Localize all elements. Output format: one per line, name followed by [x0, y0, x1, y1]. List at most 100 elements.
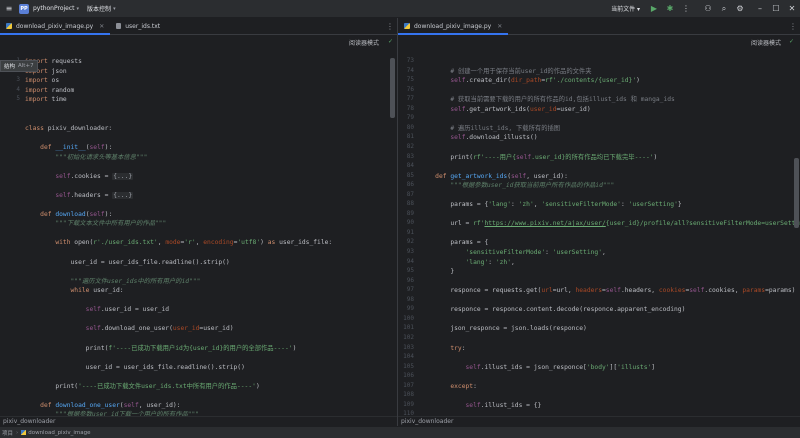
debug-icon[interactable]: ✱	[664, 3, 676, 15]
code-line[interactable]: self.download_one_user(user_id=user_id)	[25, 324, 234, 333]
code-line[interactable]: 'sensitiveFilterMode': 'userSetting',	[420, 248, 606, 257]
code-line[interactable]: self.headers = {...}	[25, 191, 134, 200]
vertical-scrollbar[interactable]	[794, 158, 799, 228]
title-bar: ≡ PP pythonProject ▾ 版本控制 ▾ 当前文件 ▾ ▶ ✱ ⋮…	[0, 0, 800, 18]
code-area[interactable]: 73 74 # 创建一个用于保存当前user_id的作品的文件夹 75 self.c…	[398, 37, 800, 426]
close-icon[interactable]: ✕	[786, 3, 798, 15]
line-number: 97	[406, 286, 414, 294]
tab-label: user_ids.txt	[125, 22, 161, 30]
code-area[interactable]: 1import requests2import json3import os4i…	[0, 37, 390, 418]
code-line[interactable]: self.cookies = {...}	[25, 172, 134, 181]
code-line[interactable]: def download_one_user(self, user_id):	[25, 401, 180, 410]
status-item-file[interactable]: download_pixiv_image	[28, 430, 90, 436]
code-line[interactable]: self.illust_ids = {}	[420, 401, 542, 410]
structure-tooltip: 结构 Alt+7	[0, 60, 38, 72]
close-icon[interactable]: ✕	[99, 23, 104, 30]
code-line[interactable]: 'lang': 'zh',	[420, 258, 515, 267]
code-line[interactable]: json_responce = json.loads(responce)	[420, 324, 586, 333]
code-line[interactable]: # 获取当前需要下载的用户的所有作品的id,包括illust_ids 和 man…	[420, 95, 675, 104]
line-number: 82	[406, 142, 414, 150]
breadcrumb-item[interactable]: pixiv_downloader	[3, 418, 55, 425]
code-line[interactable]: """初始化请求头等基本信息"""	[25, 153, 147, 162]
line-number: 3	[16, 76, 20, 84]
breadcrumb[interactable]: pixiv_downloader	[398, 416, 800, 426]
code-line[interactable]: self.get_artwork_ids(user_id=user_id)	[420, 105, 590, 114]
line-number: 85	[406, 171, 414, 179]
line-number: 83	[406, 152, 414, 160]
code-line[interactable]: import os	[25, 76, 59, 85]
code-line[interactable]: user_id = user_ids_file.readline().strip…	[25, 258, 229, 267]
code-line[interactable]: params = {'lang': 'zh', 'sensitiveFilter…	[420, 200, 681, 209]
line-number: 74	[406, 66, 414, 74]
hamburger-menu-icon[interactable]: ≡	[2, 2, 16, 16]
more-tabs-icon[interactable]: ⋮	[786, 18, 800, 34]
line-number: 92	[406, 238, 414, 246]
search-icon[interactable]: ⌕	[718, 3, 730, 15]
python-file-icon	[21, 430, 27, 435]
collaborate-icon[interactable]: ⚇	[702, 3, 714, 15]
minimize-icon[interactable]: –	[754, 3, 766, 15]
code-line[interactable]: def download(self):	[25, 210, 112, 219]
line-number: 104	[403, 353, 414, 361]
run-icon[interactable]: ▶	[648, 3, 660, 15]
status-item-project[interactable]: 项目	[2, 429, 13, 437]
code-line[interactable]: user_id = user_ids_file.readline().strip…	[25, 363, 245, 372]
line-number: 73	[406, 57, 414, 64]
code-line[interactable]: params = {	[420, 238, 488, 247]
maximize-icon[interactable]: ☐	[770, 3, 782, 15]
line-number: 105	[403, 362, 414, 370]
code-line[interactable]: def get_artwork_ids(self, user_id):	[420, 172, 568, 181]
code-line[interactable]: import random	[25, 86, 74, 95]
code-line[interactable]: try:	[420, 344, 465, 353]
line-number: 106	[403, 372, 414, 380]
more-tabs-icon[interactable]: ⋮	[383, 18, 397, 34]
breadcrumb-item[interactable]: pixiv_downloader	[401, 418, 453, 425]
line-number: 86	[406, 181, 414, 189]
code-line[interactable]: self.download_illusts()	[420, 133, 537, 142]
code-line[interactable]: while user_id:	[25, 286, 124, 295]
settings-icon[interactable]: ⚙	[734, 3, 746, 15]
code-line[interactable]: responce = requests.get(url=url, headers…	[420, 286, 795, 295]
code-line[interactable]: self.create_dir(dir_path=rf'./contents/{…	[420, 76, 640, 85]
run-configuration[interactable]: 当前文件 ▾	[611, 4, 640, 13]
right-editor[interactable]: download_pixiv_image.py ✕ ⋮ 阅读器模式 ✓ 73 74…	[398, 18, 800, 426]
code-line[interactable]: except:	[420, 382, 477, 391]
code-line[interactable]: def __init__(self):	[25, 143, 112, 152]
code-line[interactable]: print(rf'----用户{self.user_id}的所有作品均已下载完毕…	[420, 153, 657, 162]
code-line[interactable]: print('----已成功下载文件user_ids.txt中所有用户的作品--…	[25, 382, 259, 391]
code-line[interactable]: """遍历文件user_ids中的所有用户的id"""	[25, 277, 201, 286]
code-line[interactable]: url = rf'https://www.pixiv.net/ajax/user…	[420, 219, 800, 228]
code-line[interactable]: # 遍历illust_ids, 下载所有的插图	[420, 124, 560, 133]
code-line[interactable]: with open(r'./user_ids.txt', mode='r', e…	[25, 238, 332, 247]
line-number: 80	[406, 123, 414, 131]
close-icon[interactable]: ✕	[497, 23, 502, 30]
tab-user-ids[interactable]: user_ids.txt	[110, 18, 166, 34]
line-number: 84	[406, 162, 414, 170]
line-number: 78	[406, 104, 414, 112]
tab-download-pixiv-image[interactable]: download_pixiv_image.py ✕	[398, 18, 509, 35]
code-line[interactable]: }	[420, 267, 454, 276]
vcs-menu[interactable]: 版本控制	[87, 4, 111, 13]
tab-download-pixiv-image[interactable]: download_pixiv_image.py ✕	[0, 18, 111, 35]
tooltip-label: 结构	[4, 64, 16, 70]
code-line[interactable]: """根据参数user_id获取当前用户所有作品的作品id"""	[420, 181, 614, 190]
code-line[interactable]: self.illust_ids = json_responce['body'][…	[420, 363, 656, 372]
chevron-down-icon[interactable]: ▾	[113, 6, 116, 12]
code-line[interactable]: """下载文本文件中所有用户的作品"""	[25, 219, 166, 228]
code-line[interactable]: print(f'----已成功下载用户id为{user_id}的用户的全部作品-…	[25, 344, 297, 353]
code-line[interactable]: import time	[25, 95, 67, 104]
breadcrumb[interactable]: pixiv_downloader	[0, 416, 397, 426]
more-actions-icon[interactable]: ⋮	[680, 3, 692, 15]
line-number: 87	[406, 190, 414, 198]
vertical-scrollbar[interactable]	[390, 58, 395, 118]
line-number: 91	[406, 228, 414, 236]
project-badge: PP	[19, 3, 29, 14]
code-line[interactable]: class pixiv_downloader:	[25, 124, 112, 133]
code-line[interactable]: # 创建一个用于保存当前user_id的作品的文件夹	[420, 67, 591, 76]
code-line[interactable]: responce = responce.content.decode(respo…	[420, 305, 685, 314]
project-name[interactable]: pythonProject	[33, 5, 75, 12]
chevron-down-icon[interactable]: ▾	[77, 6, 80, 12]
line-number: 75	[406, 76, 414, 84]
left-editor[interactable]: download_pixiv_image.py ✕ user_ids.txt ⋮…	[0, 18, 398, 426]
code-line[interactable]: self.user_id = user_id	[25, 305, 169, 314]
